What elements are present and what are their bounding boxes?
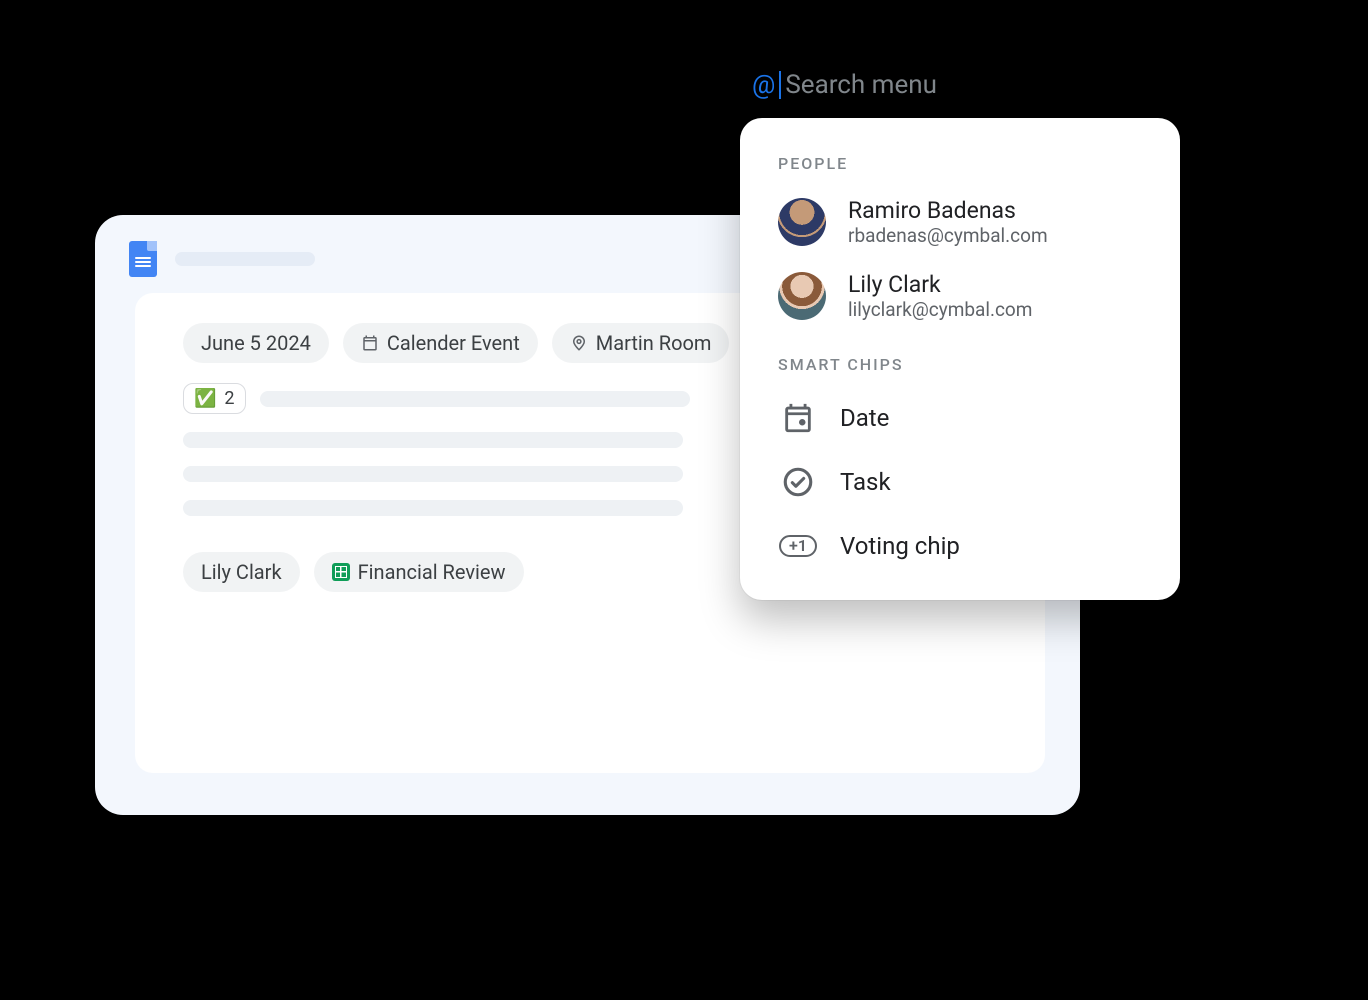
calendar-icon bbox=[361, 334, 379, 352]
smart-chip-label: Task bbox=[840, 468, 891, 496]
person-mention-label: Lily Clark bbox=[201, 560, 282, 584]
date-chip-label: June 5 2024 bbox=[201, 331, 311, 355]
docs-logo-icon bbox=[129, 241, 157, 277]
mention-menu: PEOPLE Ramiro Badenas rbadenas@cymbal.co… bbox=[740, 118, 1180, 600]
task-check-icon bbox=[778, 462, 818, 502]
text-cursor bbox=[779, 71, 781, 99]
location-chip[interactable]: Martin Room bbox=[552, 323, 730, 363]
calendar-event-label: Calender Event bbox=[387, 331, 520, 355]
person-name: Lily Clark bbox=[848, 271, 1032, 298]
smart-chips-section-label: SMART CHIPS bbox=[740, 347, 1180, 386]
smart-chip-label: Voting chip bbox=[840, 532, 960, 560]
avatar bbox=[778, 198, 826, 246]
document-title-placeholder bbox=[175, 252, 315, 266]
date-chip[interactable]: June 5 2024 bbox=[183, 323, 329, 363]
people-item-ramiro[interactable]: Ramiro Badenas rbadenas@cymbal.com bbox=[740, 185, 1180, 259]
person-email: rbadenas@cymbal.com bbox=[848, 224, 1048, 247]
vote-chip[interactable]: ✅ 2 bbox=[183, 383, 246, 414]
at-symbol: @ bbox=[752, 70, 775, 100]
plus-one-icon: +1 bbox=[778, 526, 818, 566]
search-placeholder: Search menu bbox=[785, 70, 937, 100]
text-placeholder bbox=[260, 391, 690, 407]
people-item-lily[interactable]: Lily Clark lilyclark@cymbal.com bbox=[740, 259, 1180, 333]
location-chip-label: Martin Room bbox=[596, 331, 712, 355]
checkmark-icon: ✅ bbox=[194, 388, 216, 409]
text-placeholder bbox=[183, 432, 683, 448]
vote-count: 2 bbox=[224, 388, 234, 409]
sheets-icon bbox=[332, 563, 350, 581]
calendar-event-chip[interactable]: Calender Event bbox=[343, 323, 538, 363]
smart-chip-voting[interactable]: +1 Voting chip bbox=[740, 514, 1180, 578]
people-section-label: PEOPLE bbox=[740, 146, 1180, 185]
avatar bbox=[778, 272, 826, 320]
text-placeholder bbox=[183, 466, 683, 482]
text-placeholder bbox=[183, 500, 683, 516]
person-email: lilyclark@cymbal.com bbox=[848, 298, 1032, 321]
smart-chip-label: Date bbox=[840, 404, 889, 432]
smart-chip-date[interactable]: Date bbox=[740, 386, 1180, 450]
location-pin-icon bbox=[570, 334, 588, 352]
calendar-date-icon bbox=[778, 398, 818, 438]
at-mention-trigger[interactable]: @ Search menu bbox=[752, 70, 937, 100]
file-mention-label: Financial Review bbox=[358, 560, 506, 584]
file-mention-chip[interactable]: Financial Review bbox=[314, 552, 524, 592]
person-name: Ramiro Badenas bbox=[848, 197, 1048, 224]
person-mention-chip[interactable]: Lily Clark bbox=[183, 552, 300, 592]
smart-chip-task[interactable]: Task bbox=[740, 450, 1180, 514]
